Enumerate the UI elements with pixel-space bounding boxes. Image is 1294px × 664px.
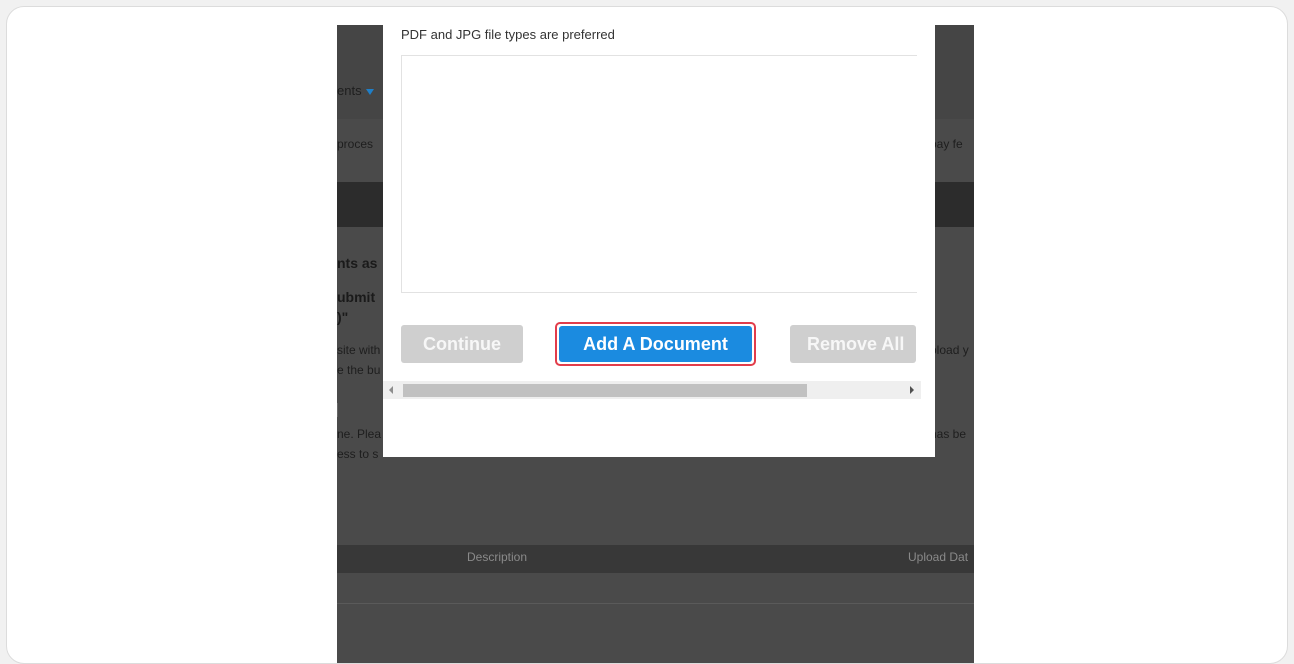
paragraph-text: ess to s (337, 447, 379, 461)
remove-all-button[interactable]: Remove All (790, 325, 916, 363)
sub-heading-line2: )" (337, 309, 349, 325)
continue-button[interactable]: Continue (401, 325, 523, 363)
screenshot-frame: ents proces pay fe nts as ubmit )" site … (6, 6, 1288, 664)
paragraph-text: e the bu (337, 363, 381, 377)
add-document-button[interactable]: Add A Document (559, 326, 752, 362)
divider (337, 603, 974, 604)
scroll-right-icon[interactable] (910, 386, 914, 394)
divider (337, 403, 338, 417)
horizontal-scrollbar[interactable] (383, 381, 921, 399)
sub-heading: ubmit (337, 289, 376, 305)
paragraph-text: pload y (930, 343, 969, 357)
paragraph-text: ne. Plea (337, 427, 382, 441)
scrollbar-thumb[interactable] (403, 384, 807, 397)
scroll-left-icon[interactable] (389, 386, 393, 394)
section-heading: nts as (337, 255, 378, 271)
paragraph-text: has be (930, 427, 967, 441)
nav-menu-item[interactable]: ents (337, 83, 374, 98)
table-header (337, 545, 974, 573)
notice-text-left: proces (337, 137, 374, 151)
file-drop-area[interactable] (401, 55, 917, 293)
file-type-hint: PDF and JPG file types are preferred (401, 27, 615, 42)
column-header-upload-date[interactable]: Upload Dat (908, 550, 968, 564)
upload-dialog: PDF and JPG file types are preferred Con… (383, 7, 935, 457)
caret-down-icon (365, 88, 374, 95)
paragraph-text: site with (337, 343, 381, 357)
column-header-description[interactable]: Description (467, 550, 527, 564)
